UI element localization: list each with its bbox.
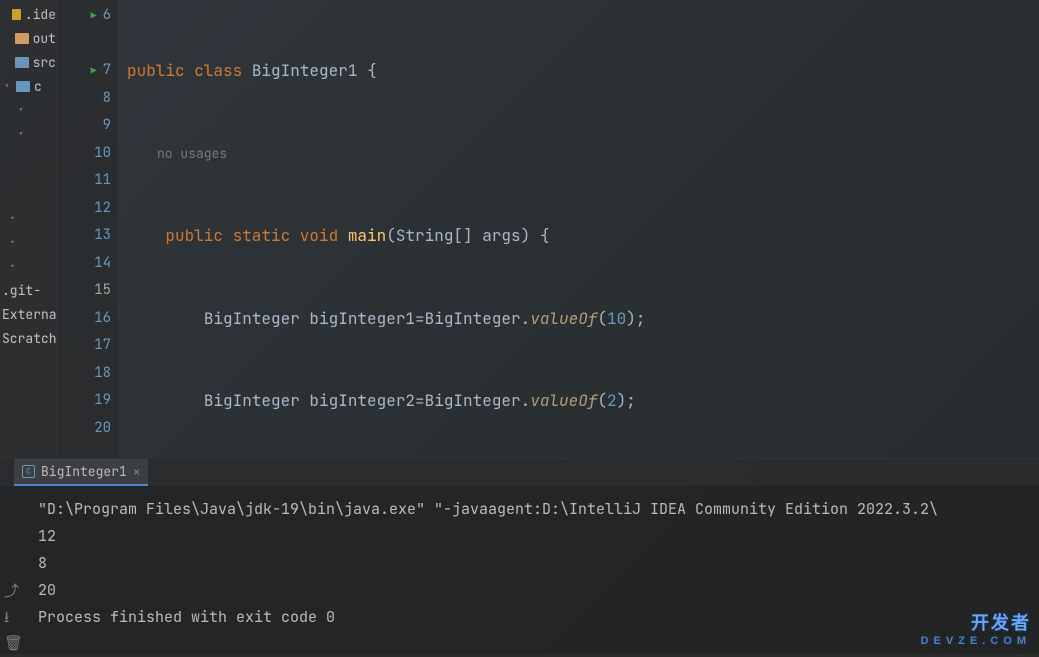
trash-icon[interactable]: 🗑 <box>4 630 20 646</box>
scroll-icon[interactable]: ⤴ <box>4 578 20 594</box>
console-line: 20 <box>38 577 1039 604</box>
chevron-right-icon: ▸ <box>8 212 18 224</box>
console-toolbar: ⤴ ⭳ 🗑 <box>0 486 24 654</box>
run-tabs: C BigInteger1 ✕ <box>0 458 1039 486</box>
folder-icon <box>16 81 30 92</box>
code-line: public static void main(String[] args) { <box>117 222 1039 250</box>
chevron-right-icon: ▸ <box>8 236 18 248</box>
tree-item-git[interactable]: .git- <box>0 278 56 302</box>
line-gutter: ▶6 7 ▶7 8 9 10 11 12 13 14 15 16 17 18 1… <box>57 0 117 458</box>
tree-item[interactable]: ▸ <box>0 206 56 230</box>
tree-item[interactable]: ▸ <box>0 254 56 278</box>
download-icon[interactable]: ⭳ <box>4 604 20 620</box>
tree-item[interactable]: ▾ <box>0 98 56 122</box>
tree-item[interactable]: ▾c <box>0 74 56 98</box>
console-line: Process finished with exit code 0 <box>38 604 1039 631</box>
code-line: BigInteger bigInteger2=BigInteger.valueO… <box>117 387 1039 415</box>
tab-label: BigInteger1 <box>41 463 127 480</box>
usage-hint: no usages <box>117 140 1039 168</box>
folder-icon <box>15 33 28 44</box>
tree-item[interactable]: ▾ <box>0 122 56 146</box>
tree-item-out[interactable]: out <box>0 26 56 50</box>
tree-item-scratch[interactable]: Scratch <box>0 326 56 350</box>
tree-item-external[interactable]: External <box>0 302 56 326</box>
watermark: 开发者 DEVZE.COM <box>921 614 1031 650</box>
tree-item-idea[interactable]: .ide <box>0 2 56 26</box>
close-icon[interactable]: ✕ <box>133 464 140 480</box>
chevron-down-icon: ▾ <box>16 128 26 140</box>
class-icon: C <box>22 465 35 478</box>
tree-spacer <box>0 146 56 206</box>
folder-icon <box>15 57 28 68</box>
code-line: public class BigInteger1 { <box>117 57 1039 85</box>
run-tab[interactable]: C BigInteger1 ✕ <box>14 459 148 486</box>
code-editor[interactable]: public class BigInteger1 { no usages pub… <box>117 0 1039 458</box>
console-line: 8 <box>38 550 1039 577</box>
console-line: "D:\Program Files\Java\jdk-19\bin\java.e… <box>38 496 1039 523</box>
run-icon[interactable]: ▶ <box>91 64 97 77</box>
folder-icon <box>12 9 21 20</box>
console-output[interactable]: ⤴ ⭳ 🗑 "D:\Program Files\Java\jdk-19\bin\… <box>0 486 1039 654</box>
console-line: 12 <box>38 523 1039 550</box>
tree-item-src[interactable]: src <box>0 50 56 74</box>
project-tree[interactable]: .ide out src ▾c ▾ ▾ ▸ ▸ ▸ .git- External… <box>0 0 57 458</box>
chevron-down-icon: ▾ <box>16 104 26 116</box>
code-line: BigInteger bigInteger1=BigInteger.valueO… <box>117 305 1039 333</box>
chevron-down-icon: ▾ <box>2 80 12 92</box>
chevron-right-icon: ▸ <box>8 260 18 272</box>
run-icon[interactable]: ▶ <box>91 9 97 22</box>
tree-item[interactable]: ▸ <box>0 230 56 254</box>
